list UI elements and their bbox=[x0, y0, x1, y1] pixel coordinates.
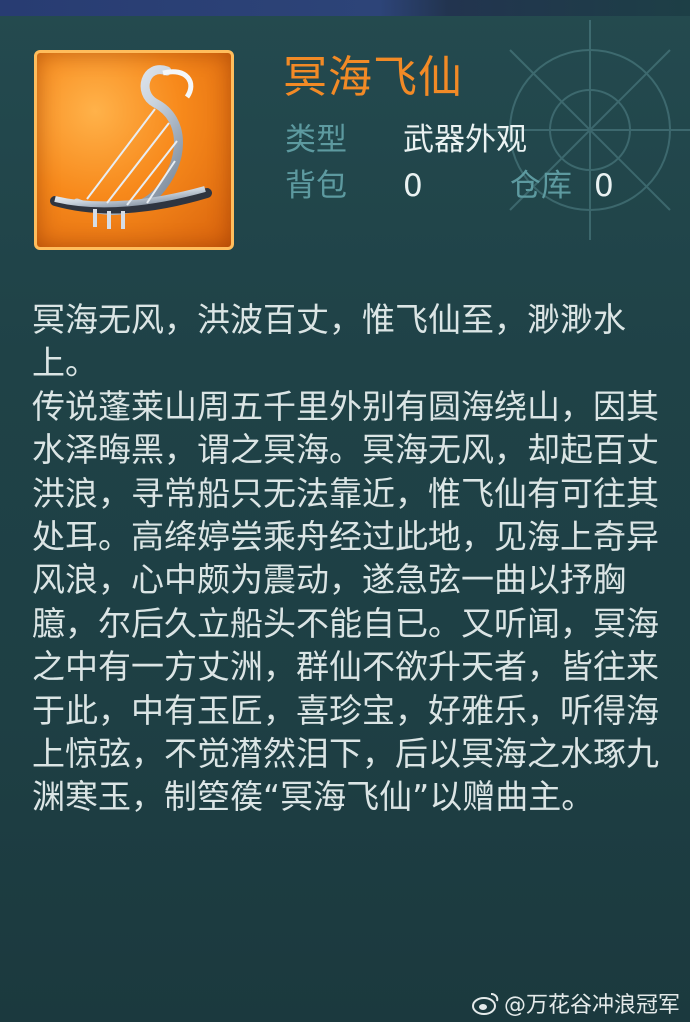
warehouse-label: 仓库 bbox=[510, 168, 572, 204]
bag-label: 背包 bbox=[285, 168, 347, 204]
watermark: @万花谷冲浪冠军 bbox=[471, 988, 680, 1018]
item-description: 冥海无风，洪波百丈，惟飞仙至，渺渺水上。 传说蓬莱山周五千里外别有圆海绕山，因其… bbox=[32, 300, 659, 817]
watermark-text: @万花谷冲浪冠军 bbox=[503, 993, 680, 1018]
bag-count: 0 bbox=[403, 168, 423, 204]
item-tooltip-panel: 冥海飞仙 类型 武器外观 背包 0 仓库 0 冥海无风，洪波百丈，惟飞仙至，渺渺… bbox=[0, 0, 690, 1022]
type-label: 类型 bbox=[285, 122, 347, 158]
item-name: 冥海飞仙 bbox=[283, 52, 463, 103]
harp-weapon-icon[interactable] bbox=[34, 50, 234, 250]
type-value: 武器外观 bbox=[403, 122, 527, 158]
weibo-icon bbox=[471, 993, 499, 1015]
warehouse-count: 0 bbox=[594, 168, 614, 204]
